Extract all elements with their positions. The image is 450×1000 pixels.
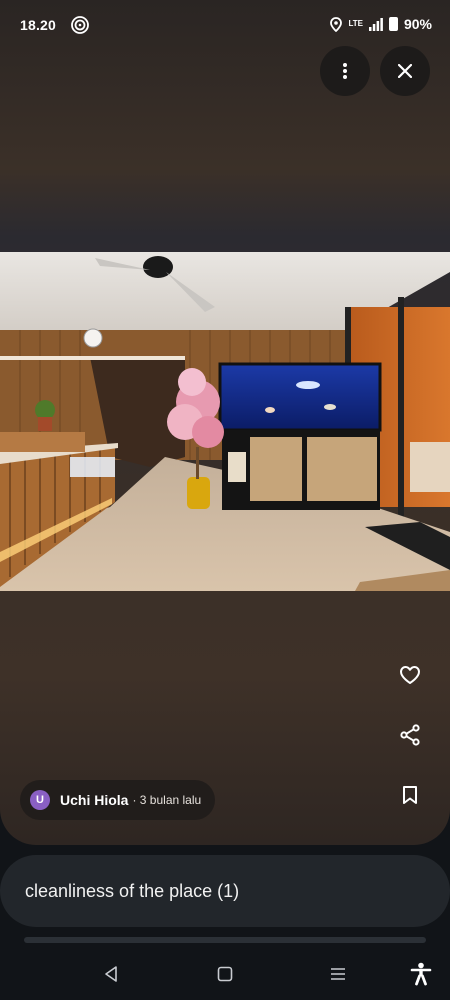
signal-icon [368, 17, 383, 31]
review-photo[interactable] [0, 252, 450, 591]
status-indicators: LTE 90% [330, 16, 432, 32]
avatar: U [30, 790, 50, 810]
heart-icon [400, 666, 420, 684]
status-time: 18.20 [20, 17, 57, 33]
back-icon [105, 966, 117, 982]
battery-icon [388, 17, 398, 31]
more-vertical-icon [343, 63, 347, 79]
save-button[interactable] [393, 778, 427, 812]
accessibility-icon [410, 962, 432, 986]
sync-icon [71, 16, 89, 34]
like-button[interactable] [393, 658, 427, 692]
status-bar: 18.20 LTE 90% [0, 0, 450, 50]
home-button[interactable] [211, 960, 239, 988]
photo-viewer: 18.20 LTE 90% U Uchi Hiola · 3 bulan lal… [0, 0, 450, 845]
recents-icon [331, 968, 345, 980]
accessibility-button[interactable] [407, 960, 435, 988]
share-button[interactable] [393, 718, 427, 752]
more-options-button[interactable] [320, 46, 370, 96]
author-name: Uchi Hiola [60, 792, 129, 808]
close-button[interactable] [380, 46, 430, 96]
topic-label: cleanliness of the place (1) [25, 880, 240, 901]
battery-level: 90% [403, 16, 432, 32]
bookmark-icon [403, 786, 417, 804]
recents-button[interactable] [324, 960, 352, 988]
home-icon [217, 966, 233, 982]
post-time: · 3 bulan lalu [132, 793, 202, 807]
interior-photo-image [0, 252, 450, 591]
topic-card[interactable]: cleanliness of the place (1) [0, 855, 450, 927]
share-icon [400, 724, 420, 746]
location-icon [330, 16, 343, 32]
author-chip[interactable]: U Uchi Hiola · 3 bulan lalu [20, 780, 216, 820]
network-type: LTE [348, 19, 363, 28]
navigation-bar [0, 948, 450, 1000]
sheet-handle[interactable] [24, 937, 426, 943]
back-button[interactable] [97, 960, 125, 988]
close-icon [398, 64, 412, 78]
